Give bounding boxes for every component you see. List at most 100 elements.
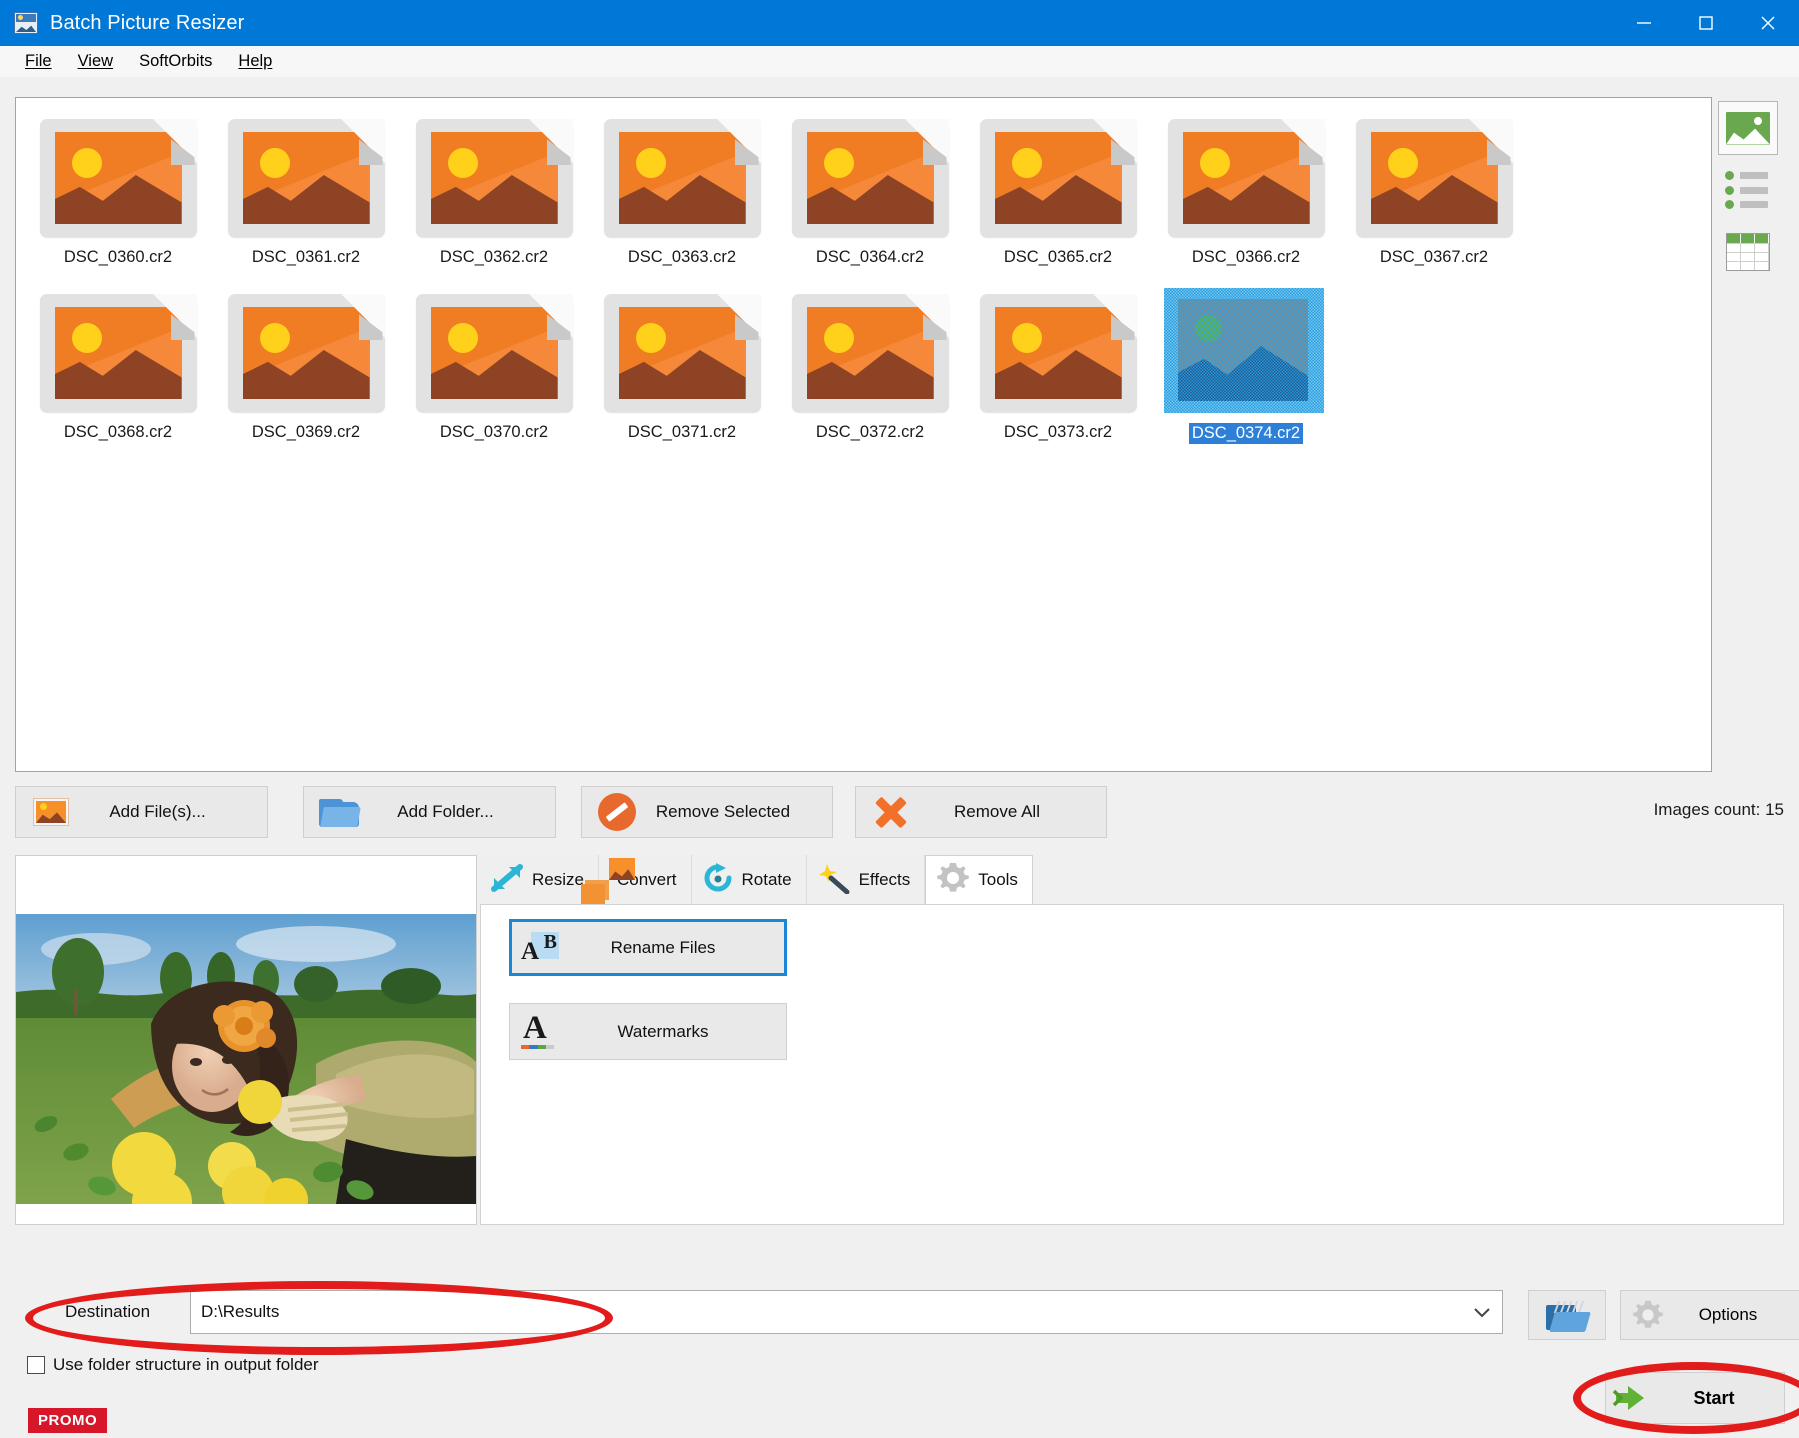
start-label: Start [1662,1388,1784,1409]
tab-tools[interactable]: Tools [925,855,1033,905]
file-thumbnail [38,291,198,415]
app-window: Batch Picture Resizer File View SoftOrbi… [0,0,1799,1438]
add-files-button[interactable]: Add File(s)... [15,786,268,838]
use-folder-structure-label: Use folder structure in output folder [53,1355,319,1375]
picture-file-icon [1178,299,1308,401]
menu-item-help[interactable]: Help [225,48,285,75]
file-thumbnail-item[interactable]: DSC_0361.cr2 [212,110,400,285]
thumbnail-view-icon[interactable] [1712,97,1784,159]
thumbnail-grid: DSC_0360.cr2 DSC_0361.cr2 DSC_0362.cr2 DSC_… [24,110,1703,460]
menu-item-softorbits[interactable]: SoftOrbits [126,48,225,75]
tab-convert[interactable]: Convert [599,855,692,905]
rename-files-button[interactable]: BA Rename Files [509,919,787,976]
file-thumbnail [414,116,574,240]
remove-all-button[interactable]: Remove All [855,786,1107,838]
picture-file-icon [792,119,949,237]
destination-row: Destination D:\Results Options [15,1290,1784,1340]
use-folder-structure-checkbox[interactable] [27,1356,45,1374]
table-view-icon[interactable] [1712,221,1784,283]
file-name-label: DSC_0363.cr2 [628,248,736,267]
file-name-label: DSC_0360.cr2 [64,248,172,267]
add-folder-button[interactable]: Add Folder... [303,786,556,838]
file-thumbnail [226,116,386,240]
tab-resize-label: Resize [532,870,584,890]
file-thumbnail-item[interactable]: DSC_0371.cr2 [588,285,776,460]
file-thumbnail-item[interactable]: DSC_0367.cr2 [1340,110,1528,285]
use-folder-structure-row[interactable]: Use folder structure in output folder [27,1355,319,1375]
picture-file-icon [1356,119,1513,237]
gear-icon [936,861,970,900]
file-thumbnail-item[interactable]: DSC_0372.cr2 [776,285,964,460]
tab-effects-label: Effects [859,870,911,890]
picture-file-icon [1168,119,1325,237]
images-count-label: Images count: 15 [1654,800,1784,820]
file-thumbnail-item[interactable]: DSC_0365.cr2 [964,110,1152,285]
minimize-icon[interactable] [1613,0,1675,46]
picture-file-icon [416,294,573,412]
file-thumbnail [602,291,762,415]
maximize-icon[interactable] [1675,0,1737,46]
file-thumbnail-item[interactable]: DSC_0360.cr2 [24,110,212,285]
menu-item-file[interactable]: File [12,48,65,75]
file-thumbnail [1166,291,1326,415]
destination-value: D:\Results [191,1302,1462,1322]
menu-item-view[interactable]: View [65,48,126,75]
watermarks-button[interactable]: A Watermarks [509,1003,787,1060]
remove-all-label: Remove All [918,802,1106,822]
file-thumbnail-item[interactable]: DSC_0368.cr2 [24,285,212,460]
file-thumbnail [414,291,574,415]
watermarks-label: Watermarks [566,1022,786,1042]
file-name-label: DSC_0361.cr2 [252,248,360,267]
open-folder-icon [1544,1297,1590,1333]
title-bar: Batch Picture Resizer [0,0,1799,46]
tab-effects[interactable]: Effects [807,855,926,905]
picture-file-icon [604,119,761,237]
list-view-icon[interactable] [1712,159,1784,221]
file-thumbnail-item[interactable]: DSC_0369.cr2 [212,285,400,460]
file-name-label: DSC_0368.cr2 [64,423,172,442]
add-files-label: Add File(s)... [78,802,267,822]
file-thumbnail-item[interactable]: DSC_0370.cr2 [400,285,588,460]
browse-folder-button[interactable] [1528,1290,1606,1340]
file-thumbnail-item[interactable]: DSC_0362.cr2 [400,110,588,285]
file-name-label: DSC_0364.cr2 [816,248,924,267]
file-thumbnail [1166,116,1326,240]
file-thumbnail-item[interactable]: DSC_0374.cr2 [1152,285,1340,460]
file-thumbnail [790,116,950,240]
picture-file-icon [24,798,78,826]
start-button[interactable]: Start [1605,1372,1785,1424]
destination-label: Destination [65,1302,150,1322]
file-thumbnail-item[interactable]: DSC_0373.cr2 [964,285,1152,460]
letter-a-icon: A [510,1015,566,1049]
preview-pane [15,855,477,1225]
tab-tools-label: Tools [978,870,1018,890]
file-name-label: DSC_0371.cr2 [628,423,736,442]
gear-icon [1621,1299,1675,1331]
file-thumbnail-item[interactable]: DSC_0363.cr2 [588,110,776,285]
promo-badge[interactable]: PROMO [28,1408,107,1433]
file-name-label: DSC_0370.cr2 [440,423,548,442]
picture-file-icon [40,119,197,237]
view-mode-toolbar [1712,97,1784,283]
tab-rotate[interactable]: Rotate [692,855,807,905]
file-action-toolbar: Add File(s)... Add Folder... Remove Sele… [15,786,1784,838]
file-thumbnail [38,116,198,240]
rename-files-label: Rename Files [568,938,784,958]
file-list[interactable]: DSC_0360.cr2 DSC_0361.cr2 DSC_0362.cr2 DSC_… [15,97,1712,772]
file-thumbnail-item[interactable]: DSC_0366.cr2 [1152,110,1340,285]
resize-arrow-icon [490,863,524,898]
destination-input[interactable]: D:\Results [190,1290,1503,1334]
file-name-label: DSC_0369.cr2 [252,423,360,442]
tab-rotate-label: Rotate [742,870,792,890]
file-thumbnail [602,116,762,240]
green-arrow-icon [1606,1383,1662,1413]
file-name-label: DSC_0365.cr2 [1004,248,1112,267]
remove-selected-button[interactable]: Remove Selected [581,786,833,838]
options-button[interactable]: Options [1620,1290,1799,1340]
chevron-down-icon[interactable] [1462,1305,1502,1319]
close-icon[interactable] [1737,0,1799,46]
file-thumbnail-item[interactable]: DSC_0364.cr2 [776,110,964,285]
picture-file-icon [980,294,1137,412]
tools-tab-body: BA Rename Files A Watermarks [480,904,1784,1225]
window-title: Batch Picture Resizer [50,12,244,35]
